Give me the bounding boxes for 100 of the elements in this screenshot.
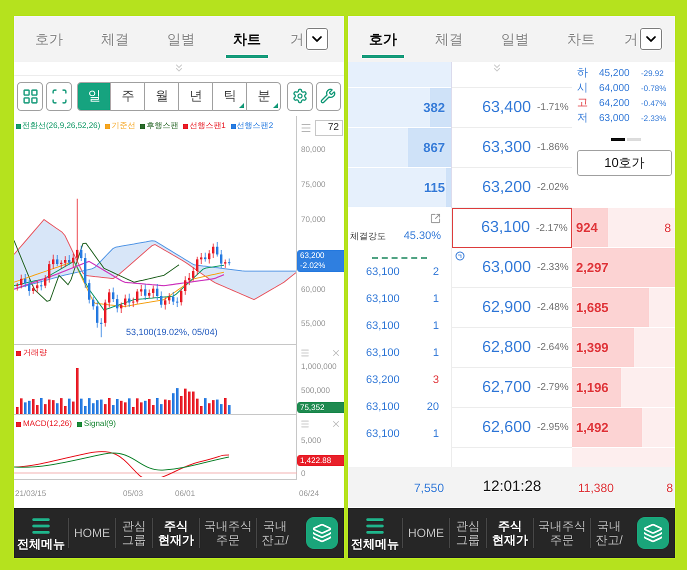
grid-button[interactable]	[17, 82, 44, 110]
tools-button[interactable]	[316, 82, 341, 110]
period-tab[interactable]: 년	[179, 82, 214, 110]
circle-icon	[455, 251, 465, 261]
dropdown-button[interactable]	[640, 28, 662, 50]
bid-cell-partial: 8	[664, 220, 671, 236]
trade-volume: 1	[432, 292, 439, 307]
change-percent: -1.71%	[537, 101, 569, 115]
summary-price: 64,000	[599, 82, 631, 96]
period-tab[interactable]: 분	[247, 82, 282, 110]
tab[interactable]: 호가	[350, 16, 416, 62]
axis-label: 5,000	[301, 435, 322, 447]
trade-price: 63,100	[366, 346, 400, 361]
nav-link[interactable]: HOME	[69, 526, 115, 540]
nav-link[interactable]: 주식 현재가	[487, 519, 533, 547]
trade-price: 63,100	[366, 400, 400, 415]
bid-price: 63,000	[482, 258, 531, 278]
period-tab[interactable]: 월	[145, 82, 180, 110]
nav-link[interactable]: 국내 잔고/	[257, 519, 293, 547]
legend-label: 후행스팬	[146, 120, 178, 132]
summary-change: -0.47%	[641, 98, 666, 110]
tab[interactable]: 차트	[214, 16, 280, 62]
legend-label: 전환선(26,9,26,52,26)	[22, 120, 100, 132]
axis-label: 80,000	[301, 144, 326, 156]
ask-price: 63,300	[482, 138, 531, 158]
close-icon	[331, 348, 341, 358]
bar-count-field[interactable]: 72	[315, 120, 343, 136]
menu-icon	[300, 122, 312, 134]
ask-price: 63,400	[482, 98, 531, 118]
axis-label: 60,000	[301, 284, 326, 296]
bid-price: 63,100	[481, 218, 530, 238]
all-menu-button[interactable]: 전체메뉴	[14, 515, 68, 551]
all-menu-button[interactable]: 전체메뉴	[348, 515, 402, 551]
change-percent: -2.02%	[537, 181, 569, 195]
axis-label: 70,000	[301, 214, 326, 226]
trade-volume: 1	[432, 346, 439, 361]
bid-quantity: 1,196	[576, 378, 609, 397]
layers-icon	[312, 523, 332, 543]
change-percent: -2.33%	[537, 261, 569, 275]
bid-price: 62,600	[482, 418, 531, 438]
trade-price: 63,100	[366, 292, 400, 307]
time-label: 12:01:28	[482, 477, 542, 498]
strength-value: 45.30%	[404, 229, 441, 244]
nav-link[interactable]: 국내주식 주문	[534, 519, 590, 547]
nav-link[interactable]: 관심 그룹	[450, 519, 486, 547]
frame-icon	[50, 88, 68, 104]
axis-label: 75,000	[301, 179, 326, 191]
grid-icon	[22, 88, 39, 104]
summary-change: -2.33%	[641, 112, 666, 124]
trade-price: 63,100	[366, 426, 400, 442]
summary-change: -29.92	[641, 68, 664, 80]
bid-price: 62,900	[482, 298, 531, 318]
bid-quantity: 2,297	[576, 258, 609, 277]
summary-change: -0.78%	[641, 82, 666, 94]
menu-icon	[300, 348, 310, 358]
trade-volume: 20	[426, 400, 439, 415]
nav-link[interactable]: 주식 현재가	[153, 519, 199, 547]
fullscreen-button[interactable]	[46, 82, 72, 110]
axis-label: 0	[301, 468, 306, 480]
volume-value-badge: 75,352	[297, 402, 344, 413]
strength-label: 체결강도	[350, 230, 386, 243]
dropdown-button[interactable]	[306, 28, 328, 50]
ask-quantity: 115	[424, 178, 445, 197]
bid-price: 62,700	[482, 378, 531, 398]
axis-label: 500,000	[301, 385, 330, 397]
nav-link[interactable]: 국내주식 주문	[200, 519, 256, 547]
bid-total-partial: 8	[666, 480, 674, 496]
bid-price-row[interactable]: 63,100 -2.17%	[452, 208, 572, 248]
chevrons-down-icon	[173, 62, 185, 74]
ask-total: 7,550	[412, 480, 445, 496]
close-icon	[331, 419, 341, 429]
menu-icon	[300, 419, 310, 429]
summary-price: 64,200	[599, 97, 631, 111]
layers-button[interactable]	[637, 517, 669, 549]
menu-icon	[30, 515, 52, 537]
ten-levels-button[interactable]: 10호가	[577, 150, 672, 176]
layers-button[interactable]	[306, 517, 338, 549]
trade-volume: 1	[432, 318, 439, 334]
current-price-badge: 63,200 -2.02%	[297, 250, 344, 272]
change-percent: -2.17%	[536, 222, 568, 236]
period-tab[interactable]: 틱	[213, 82, 248, 110]
legend-label: 선행스팬2	[236, 120, 274, 132]
trade-price: 63,100	[366, 318, 400, 334]
axis-label: 1,000,000	[301, 361, 337, 373]
nav-link[interactable]: 국내 잔고/	[591, 519, 627, 547]
chevrons-down-icon	[491, 62, 503, 74]
nav-link[interactable]: HOME	[403, 526, 449, 540]
settings-button[interactable]	[287, 82, 313, 110]
date-label: 21/03/15	[15, 488, 48, 500]
bid-quantity: 1,399	[576, 338, 609, 357]
change-percent: -2.64%	[537, 341, 569, 355]
date-label: 06/01	[175, 488, 196, 500]
nav-link[interactable]: 관심 그룹	[116, 519, 152, 547]
trade-price: 63,200	[366, 372, 400, 388]
trade-volume: 3	[432, 372, 439, 388]
legend-label: MACD(12,26)	[23, 418, 72, 430]
macd-value-badge: 1,422.88	[297, 455, 344, 466]
period-tab[interactable]: 주	[111, 82, 146, 110]
ask-price: 63,200	[482, 178, 531, 198]
date-label: 06/24	[299, 488, 320, 500]
